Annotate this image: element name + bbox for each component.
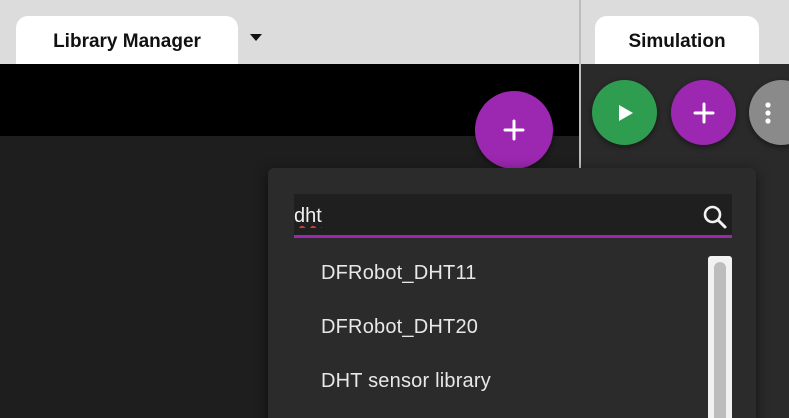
library-results-list: DFRobot_DHT11 DFRobot_DHT20 DHT sensor l…: [294, 246, 704, 408]
add-part-button[interactable]: [671, 80, 736, 145]
list-item-label: DHT sensor library: [321, 369, 491, 392]
list-item[interactable]: DFRobot_DHT11: [294, 246, 704, 300]
plus-icon: [693, 102, 714, 123]
search-icon[interactable]: [702, 204, 728, 230]
library-search-box: [294, 194, 732, 238]
tab-library-manager-label: Library Manager: [53, 31, 201, 52]
caret-down-icon: [250, 34, 262, 41]
app-root: Library Manager Simulation dht DFRobot_D…: [0, 0, 789, 418]
add-library-button[interactable]: [475, 91, 553, 169]
start-simulation-button[interactable]: [592, 80, 657, 145]
library-search-input[interactable]: [294, 194, 694, 238]
tab-simulation-label: Simulation: [628, 31, 726, 52]
list-item-label: DFRobot_DHT20: [321, 315, 479, 338]
plus-icon: [503, 119, 525, 141]
more-vertical-icon: [764, 101, 771, 124]
results-scrollbar[interactable]: [708, 256, 732, 418]
search-input-underline: [294, 235, 732, 238]
play-icon: [618, 104, 633, 121]
tab-simulation[interactable]: Simulation: [595, 16, 759, 64]
list-item-label: DFRobot_DHT11: [321, 261, 477, 284]
list-item[interactable]: DHT sensor library: [294, 354, 704, 408]
library-search-popup: DFRobot_DHT11 DFRobot_DHT20 DHT sensor l…: [268, 168, 756, 418]
tab-library-manager[interactable]: Library Manager: [16, 16, 238, 64]
list-item[interactable]: DFRobot_DHT20: [294, 300, 704, 354]
tab-dropdown-button[interactable]: [246, 28, 266, 48]
results-scrollbar-thumb[interactable]: [714, 262, 726, 418]
